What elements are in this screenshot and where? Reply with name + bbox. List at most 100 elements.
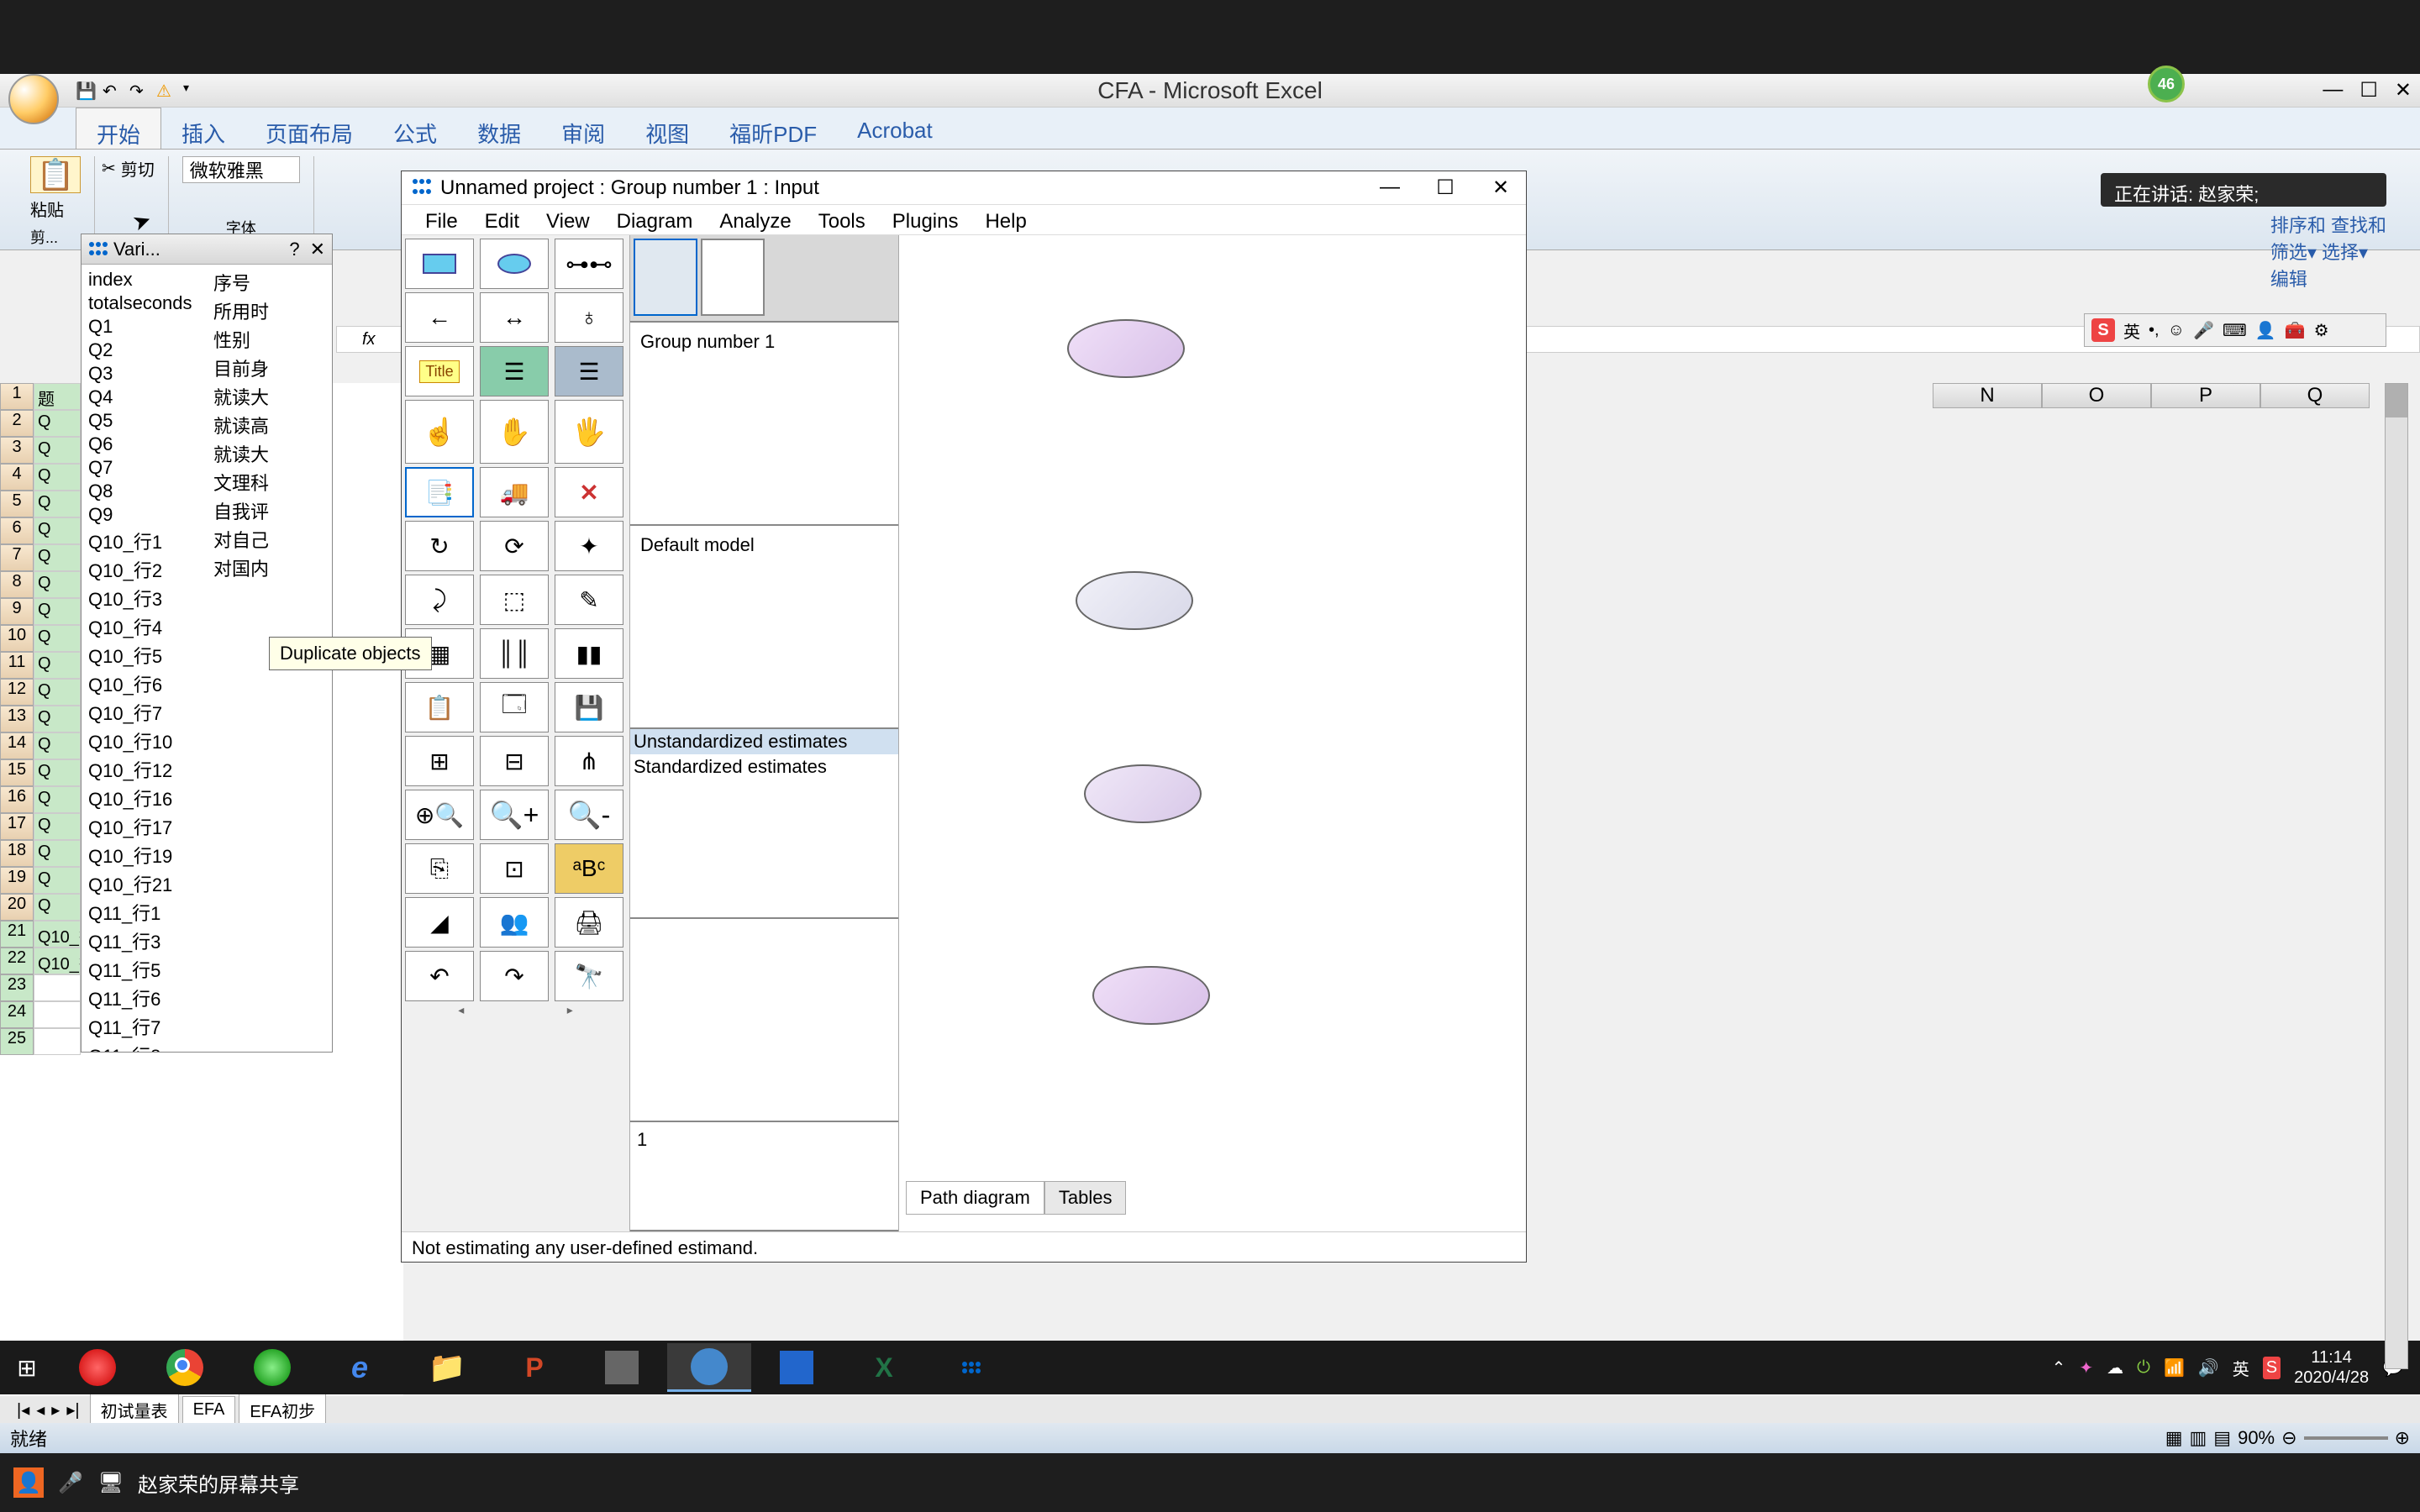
tool-save[interactable]: 💾 (555, 682, 623, 732)
row-header[interactable]: 19 (0, 867, 34, 894)
zoom-slider[interactable] (2304, 1436, 2388, 1440)
tray-clock[interactable]: 11:14 2020/4/28 (2294, 1347, 2369, 1388)
tab-acrobat[interactable]: Acrobat (837, 108, 953, 149)
zoom-out-icon[interactable]: ⊖ (2281, 1427, 2296, 1449)
row-header[interactable]: 21 (0, 921, 34, 948)
cell[interactable] (34, 1001, 81, 1028)
tool-indicator[interactable]: ⊶⊷ (555, 239, 623, 289)
variable-item[interactable]: Q1 (85, 315, 203, 339)
minimize-icon[interactable]: — (2323, 78, 2343, 102)
tool-shape[interactable]: ↻ (405, 521, 474, 571)
view-break-icon[interactable]: ▤ (2213, 1427, 2231, 1449)
tool-bayesian[interactable]: 👥 (480, 897, 549, 948)
cell[interactable]: Q (34, 625, 81, 652)
ime-toolbox-icon[interactable]: 🧰 (2285, 320, 2306, 341)
task-app-4[interactable] (755, 1343, 839, 1392)
save-icon[interactable]: 💾 (76, 81, 96, 101)
tab-path-diagram[interactable]: Path diagram (906, 1181, 1044, 1215)
row-header[interactable]: 23 (0, 974, 34, 1001)
tool-zoom-page[interactable]: ⎘ (405, 843, 474, 894)
task-excel[interactable]: X (842, 1343, 926, 1392)
tool-erase[interactable]: ✕ (555, 467, 623, 517)
task-explorer[interactable]: 📁 (405, 1343, 489, 1392)
variable-item[interactable]: 性别 (210, 325, 329, 354)
tool-duplicate[interactable]: 📑 (405, 467, 474, 517)
cell[interactable]: Q (34, 598, 81, 625)
redo-icon[interactable]: ↷ (129, 81, 150, 101)
tray-chevron-icon[interactable]: ⌃ (2052, 1357, 2066, 1378)
menu-edit[interactable]: Edit (471, 205, 533, 234)
tray-ime-icon[interactable]: S (2263, 1357, 2281, 1379)
tool-move[interactable]: 🚚 (480, 467, 549, 517)
row-header[interactable]: 1 (0, 383, 34, 410)
sheet-nav-first-icon[interactable]: |◂ (17, 1399, 29, 1420)
tool-select-one[interactable]: ☝ (405, 400, 474, 464)
estimate-unstd[interactable]: Unstandardized estimates (630, 729, 898, 754)
tool-list-variables[interactable]: ☰ (480, 346, 549, 396)
filter-label[interactable]: 筛选▾ (2270, 242, 2317, 263)
office-button[interactable] (8, 74, 67, 133)
warning-icon[interactable]: ⚠ (156, 81, 176, 101)
variable-item[interactable]: Q5 (85, 409, 203, 433)
scissors-icon[interactable]: ✂ (102, 158, 116, 179)
task-app-1[interactable] (55, 1343, 139, 1392)
col-header-p[interactable]: P (2151, 383, 2260, 408)
tool-deselect-all[interactable]: 🖐 (555, 400, 623, 464)
cell[interactable]: 题 (34, 383, 81, 410)
row-header[interactable]: 6 (0, 517, 34, 544)
tool-observed-var[interactable] (405, 239, 474, 289)
tool-title[interactable]: Title (405, 346, 474, 396)
variable-item[interactable]: Q8 (85, 480, 203, 503)
tray-app-icon[interactable]: ✦ (2079, 1357, 2093, 1378)
cell[interactable]: Q10_行2 (34, 948, 81, 974)
find-label[interactable]: 查找和 (2331, 215, 2386, 236)
thumb-output[interactable] (701, 239, 765, 316)
ime-settings-icon[interactable]: ⚙ (2314, 320, 2329, 341)
variable-item[interactable]: Q11_行7 (85, 1012, 203, 1041)
row-header[interactable]: 4 (0, 464, 34, 491)
latent-variable-4[interactable] (1092, 966, 1210, 1025)
menu-analyze[interactable]: Analyze (706, 205, 804, 234)
minimize-icon[interactable]: — (1375, 176, 1405, 200)
cell[interactable]: Q (34, 491, 81, 517)
notification-badge[interactable]: 46 (2148, 66, 2185, 102)
cell[interactable]: Q10_行1 (34, 921, 81, 948)
nav-left-icon[interactable]: ◂ (458, 1003, 464, 1020)
cell[interactable]: Q (34, 813, 81, 840)
col-header-q[interactable]: Q (2260, 383, 2370, 408)
variable-item[interactable]: Q11_行8 (85, 1041, 203, 1052)
tool-zoom-in[interactable]: 🔍+ (480, 790, 549, 840)
variable-item[interactable]: Q10_行7 (85, 698, 203, 727)
tab-layout[interactable]: 页面布局 (245, 108, 373, 149)
variable-item[interactable]: 序号 (210, 268, 329, 297)
latent-variable-2[interactable] (1076, 571, 1193, 630)
row-header[interactable]: 22 (0, 948, 34, 974)
tab-view[interactable]: 视图 (625, 108, 709, 149)
variable-item[interactable]: Q10_行6 (85, 669, 203, 698)
row-header[interactable]: 17 (0, 813, 34, 840)
group-item[interactable]: Group number 1 (637, 329, 892, 354)
task-amos[interactable] (929, 1343, 1013, 1392)
nav-right-icon[interactable]: ▸ (567, 1003, 573, 1020)
row-header[interactable]: 24 (0, 1001, 34, 1028)
variable-item[interactable]: Q10_行21 (85, 869, 203, 898)
variable-item[interactable]: 目前身 (210, 354, 329, 382)
tool-select-all[interactable]: ✋ (480, 400, 549, 464)
tool-spec-search[interactable]: 🔭 (555, 951, 623, 1001)
tool-scroll[interactable]: ⬚ (480, 575, 549, 625)
row-header[interactable]: 14 (0, 732, 34, 759)
sheet-tab-1[interactable]: 初试量表 (90, 1394, 179, 1426)
tab-review[interactable]: 审阅 (541, 108, 625, 149)
cell[interactable]: Q (34, 517, 81, 544)
tool-zoom-out[interactable]: 🔍- (555, 790, 623, 840)
groups-panel[interactable]: Group number 1 (630, 323, 898, 526)
variable-item[interactable]: Q6 (85, 433, 203, 456)
tool-view-text[interactable]: 🗔 (480, 682, 549, 732)
row-header[interactable]: 12 (0, 679, 34, 706)
paste-button[interactable]: 📋 (30, 156, 81, 193)
tray-power-icon[interactable]: ⏻ (2137, 1358, 2150, 1378)
cell[interactable]: Q (34, 732, 81, 759)
tab-tables[interactable]: Tables (1044, 1181, 1127, 1215)
row-header[interactable]: 16 (0, 786, 34, 813)
tab-foxit[interactable]: 福昕PDF (709, 108, 837, 149)
